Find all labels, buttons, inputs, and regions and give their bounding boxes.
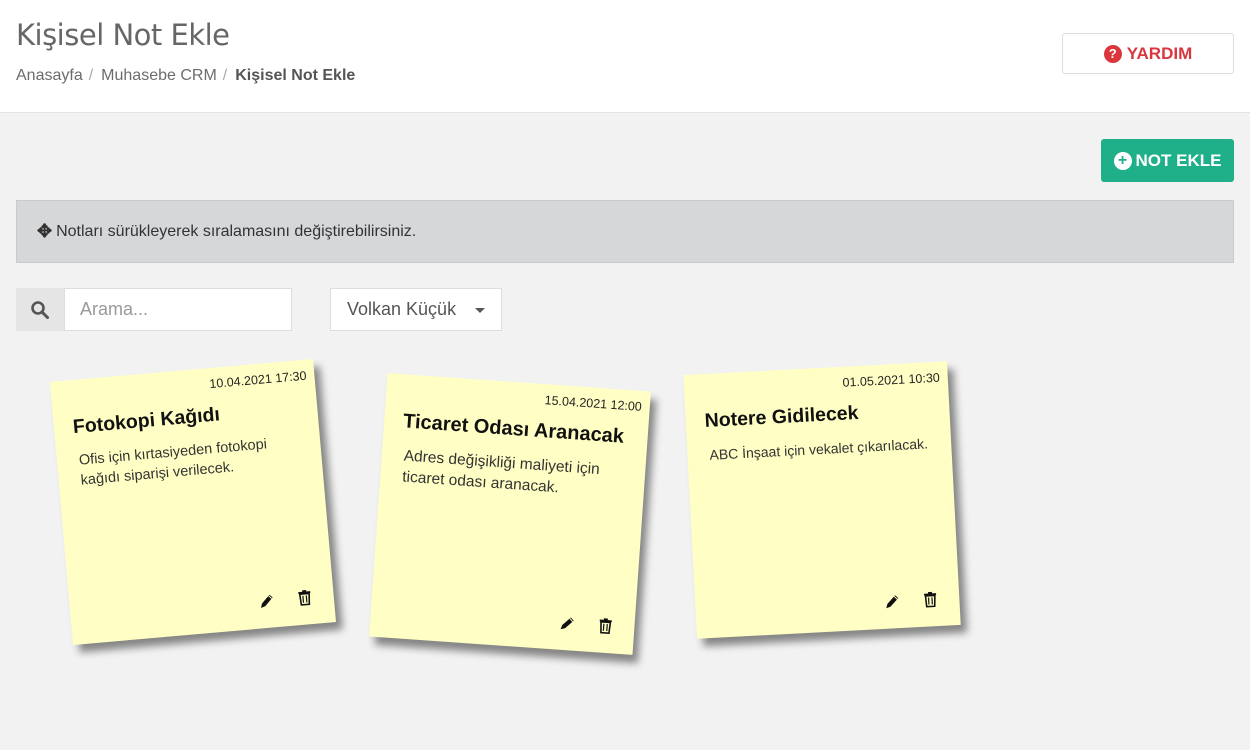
note-title: Ticaret Odası Aranacak: [402, 410, 625, 448]
note-date: 15.04.2021 12:00: [544, 393, 643, 414]
help-button-label: YARDIM: [1126, 43, 1193, 63]
help-button[interactable]: ? YARDIM: [1062, 33, 1234, 74]
user-filter-value: Volkan Küçük: [347, 299, 457, 319]
search-icon: [31, 300, 49, 319]
note-actions: [883, 590, 940, 611]
note-date: 01.05.2021 10:30: [842, 370, 941, 390]
search-input[interactable]: [64, 288, 292, 331]
search-icon-addon: [16, 288, 64, 331]
note-body: ABC İnşaat için vekalet çıkarılacak.: [709, 435, 929, 463]
breadcrumb-home-link[interactable]: Anasayfa: [16, 67, 83, 85]
note-date: 10.04.2021 17:30: [208, 368, 308, 392]
info-alert: ✥ Notları sürükleyerek sıralamasını deği…: [16, 200, 1234, 263]
note-actions: [558, 614, 615, 636]
breadcrumb-separator: /: [222, 67, 228, 84]
breadcrumb-separator: /: [88, 67, 94, 84]
question-circle-icon: ?: [1103, 44, 1122, 63]
user-filter-select[interactable]: Volkan Küçük: [330, 288, 502, 331]
breadcrumb: Anasayfa / Muhasebe CRM / Kişisel Not Ek…: [16, 67, 355, 85]
note-card[interactable]: 10.04.2021 17:30 Fotokopi Kağıdı Ofis iç…: [49, 358, 337, 646]
info-text: Notları sürükleyerek sıralamasını değişt…: [56, 222, 417, 240]
note-body: Adres değişikliği maliyeti için ticaret …: [401, 447, 601, 497]
note-actions: [257, 588, 314, 611]
add-note-label: NOT EKLE: [1135, 150, 1222, 170]
note-body: Ofis için kırtasiyeden fotokopi kağıdı s…: [78, 436, 268, 489]
pencil-icon[interactable]: [883, 592, 902, 611]
note-title: Notere Gidilecek: [704, 401, 859, 433]
note-card[interactable]: 01.05.2021 10:30 Notere Gidilecek ABC İn…: [683, 361, 961, 639]
trash-icon[interactable]: [921, 590, 940, 609]
plus-circle-icon: +: [1113, 151, 1132, 170]
note-title: Fotokopi Kağıdı: [72, 403, 221, 439]
page-header: Kişisel Not Ekle Anasayfa / Muhasebe CRM…: [0, 0, 1250, 113]
breadcrumb-crm-link[interactable]: Muhasebe CRM: [101, 67, 217, 85]
arrows-move-icon: ✥: [37, 221, 53, 241]
pencil-icon[interactable]: [558, 614, 577, 633]
trash-icon[interactable]: [596, 616, 615, 635]
breadcrumb-current: Kişisel Not Ekle: [235, 67, 356, 84]
page-title: Kişisel Not Ekle: [16, 18, 230, 52]
trash-icon[interactable]: [295, 588, 315, 608]
chevron-down-icon: [475, 308, 485, 313]
pencil-icon[interactable]: [257, 591, 277, 611]
note-card[interactable]: 15.04.2021 12:00 Ticaret Odası Aranacak …: [369, 373, 651, 655]
add-note-button[interactable]: + NOT EKLE: [1101, 139, 1234, 182]
